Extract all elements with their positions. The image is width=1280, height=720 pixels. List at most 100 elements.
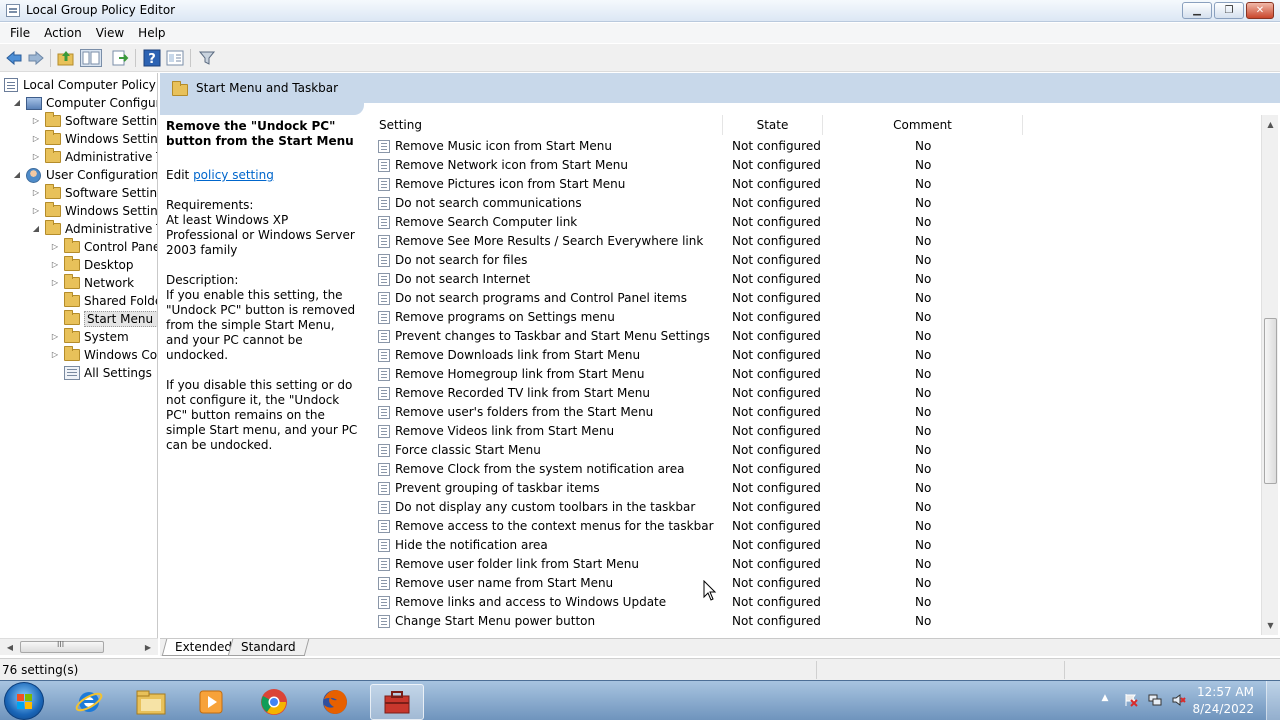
taskbar-firefox[interactable]: [308, 684, 362, 720]
table-row[interactable]: Do not search for files Not configured No: [372, 251, 1262, 270]
clock-date[interactable]: 8/24/2022: [1192, 702, 1254, 716]
scroll-up-icon[interactable]: ▲: [1263, 117, 1278, 132]
taskbar-chrome[interactable]: [247, 684, 301, 720]
table-row[interactable]: Remove Recorded TV link from Start Menu N…: [372, 384, 1262, 403]
table-row[interactable]: Remove Search Computer link Not configure…: [372, 213, 1262, 232]
table-row[interactable]: Hide the notification area Not configured…: [372, 536, 1262, 555]
expand-arrow-icon[interactable]: ▷: [50, 350, 60, 360]
tree-item[interactable]: Local Computer Policy: [4, 76, 156, 94]
tree-item[interactable]: ◢ User Configuration: [12, 166, 157, 184]
table-row[interactable]: Remove Clock from the system notificatio…: [372, 460, 1262, 479]
table-row[interactable]: Change Start Menu power button Not config…: [372, 612, 1262, 631]
taskbar-file-explorer[interactable]: [124, 684, 178, 720]
table-row[interactable]: Do not search programs and Control Panel…: [372, 289, 1262, 308]
table-row[interactable]: Remove user name from Start Menu Not conf…: [372, 574, 1262, 593]
menu-file[interactable]: File: [3, 26, 37, 40]
table-row[interactable]: Prevent changes to Taskbar and Start Men…: [372, 327, 1262, 346]
up-folder-icon[interactable]: [57, 49, 75, 67]
column-header-state[interactable]: State: [723, 115, 823, 135]
taskbar-group-policy-editor[interactable]: [370, 684, 424, 720]
table-row[interactable]: Remove Music icon from Start Menu Not con…: [372, 137, 1262, 156]
tree-item[interactable]: ▷ Desktop: [50, 256, 134, 274]
close-button[interactable]: ✕: [1246, 2, 1274, 19]
tree-item[interactable]: ◢ Computer Configura: [12, 94, 157, 112]
title-bar[interactable]: Local Group Policy Editor ▁ ❐ ✕: [0, 0, 1280, 22]
column-header-comment[interactable]: Comment: [823, 115, 1023, 135]
expand-arrow-icon[interactable]: ▷: [31, 188, 41, 198]
expand-arrow-icon[interactable]: ▷: [50, 278, 60, 288]
tree-item[interactable]: ▷ Administrative Te: [31, 148, 157, 166]
table-row[interactable]: Remove Network icon from Start Menu Not c…: [372, 156, 1262, 175]
expand-arrow-icon[interactable]: ▷: [50, 260, 60, 270]
show-hidden-icons-arrow[interactable]: ▲: [1098, 693, 1112, 707]
table-row[interactable]: Do not search Internet Not configured No: [372, 270, 1262, 289]
expand-arrow-icon[interactable]: ▷: [31, 152, 41, 162]
table-row[interactable]: Remove See More Results / Search Everywh…: [372, 232, 1262, 251]
expand-arrow-icon[interactable]: ◢: [12, 170, 22, 180]
scrollbar-thumb[interactable]: [1264, 318, 1277, 484]
table-row[interactable]: Do not display any custom toolbars in th…: [372, 498, 1262, 517]
table-row[interactable]: Remove Pictures icon from Start Menu Not …: [372, 175, 1262, 194]
network-icon[interactable]: [1148, 693, 1162, 707]
export-list-icon[interactable]: [111, 49, 129, 67]
help-icon[interactable]: ?: [143, 49, 161, 67]
maximize-button[interactable]: ❐: [1214, 2, 1244, 19]
expand-arrow-icon[interactable]: ◢: [31, 224, 41, 234]
table-row[interactable]: Remove access to the context menus for t…: [372, 517, 1262, 536]
table-row[interactable]: Remove programs on Settings menu Not conf…: [372, 308, 1262, 327]
expand-arrow-icon[interactable]: ▷: [31, 116, 41, 126]
settings-list[interactable]: Setting State Comment Remove Music icon …: [372, 115, 1262, 655]
scrollbar-thumb[interactable]: III: [20, 640, 104, 653]
taskbar-internet-explorer[interactable]: [62, 684, 116, 720]
tree-item[interactable]: ▷ Control Panel: [50, 238, 157, 256]
menu-action[interactable]: Action: [37, 26, 89, 40]
table-row[interactable]: Force classic Start Menu Not configured No: [372, 441, 1262, 460]
table-row[interactable]: Prevent grouping of taskbar items Not con…: [372, 479, 1262, 498]
tree-item[interactable]: ▷ Network: [50, 274, 134, 292]
scroll-down-icon[interactable]: ▼: [1263, 618, 1278, 633]
table-row[interactable]: Do not search communications Not configur…: [372, 194, 1262, 213]
list-vertical-scrollbar[interactable]: ▲ ▼: [1261, 115, 1278, 635]
scroll-right-icon[interactable]: ▶: [140, 640, 156, 655]
tree-item[interactable]: ▷ Windows Setting: [31, 202, 157, 220]
tree-item[interactable]: All Settings: [50, 364, 152, 382]
tree-item[interactable]: ▷ Windows Setting: [31, 130, 157, 148]
forward-arrow-icon[interactable]: [27, 49, 45, 67]
table-row[interactable]: Remove user's folders from the Start Men…: [372, 403, 1262, 422]
tree-horizontal-scrollbar[interactable]: ◀ III ▶: [0, 638, 158, 655]
menu-help[interactable]: Help: [131, 26, 172, 40]
back-arrow-icon[interactable]: [5, 49, 23, 67]
expand-arrow-icon[interactable]: ▷: [50, 242, 60, 252]
filter-icon[interactable]: [198, 49, 216, 67]
expand-arrow-icon[interactable]: ▷: [50, 332, 60, 342]
start-button[interactable]: [4, 682, 44, 720]
table-row[interactable]: Remove links and access to Windows Updat…: [372, 593, 1262, 612]
expand-arrow-icon[interactable]: ◢: [12, 98, 22, 108]
action-center-flag-icon[interactable]: [1124, 693, 1138, 707]
table-row[interactable]: Remove user folder link from Start Menu N…: [372, 555, 1262, 574]
tree-item[interactable]: Shared Folder: [50, 292, 157, 310]
console-tree[interactable]: Local Computer Policy ◢ Computer Configura…: [0, 73, 158, 638]
tree-item[interactable]: Start Menu ar: [50, 310, 157, 328]
edit-policy-setting-link[interactable]: policy setting: [193, 168, 274, 182]
taskbar-media-player[interactable]: [184, 684, 238, 720]
show-hide-tree-icon[interactable]: [80, 49, 102, 67]
tree-item[interactable]: ▷ Software Settings: [31, 184, 157, 202]
column-header-setting[interactable]: Setting: [372, 115, 723, 135]
extended-view-icon[interactable]: [166, 49, 184, 67]
expand-arrow-icon[interactable]: ▷: [31, 206, 41, 216]
menu-view[interactable]: View: [89, 26, 131, 40]
table-row[interactable]: Remove Homegroup link from Start Menu Not…: [372, 365, 1262, 384]
table-row[interactable]: Remove Videos link from Start Menu Not co…: [372, 422, 1262, 441]
expand-arrow-icon[interactable]: ▷: [31, 134, 41, 144]
tree-item[interactable]: ▷ Software Settings: [31, 112, 157, 130]
table-row[interactable]: Remove Downloads link from Start Menu Not…: [372, 346, 1262, 365]
volume-muted-icon[interactable]: [1172, 693, 1186, 707]
scroll-left-icon[interactable]: ◀: [2, 640, 18, 655]
tree-item[interactable]: ▷ Windows Cor: [50, 346, 157, 364]
show-desktop-button[interactable]: [1266, 681, 1280, 720]
tab-standard[interactable]: Standard: [227, 639, 309, 656]
clock-time[interactable]: 12:57 AM: [1197, 685, 1254, 699]
tree-item[interactable]: ▷ System: [50, 328, 129, 346]
tree-item[interactable]: ◢ Administrative Te: [31, 220, 157, 238]
